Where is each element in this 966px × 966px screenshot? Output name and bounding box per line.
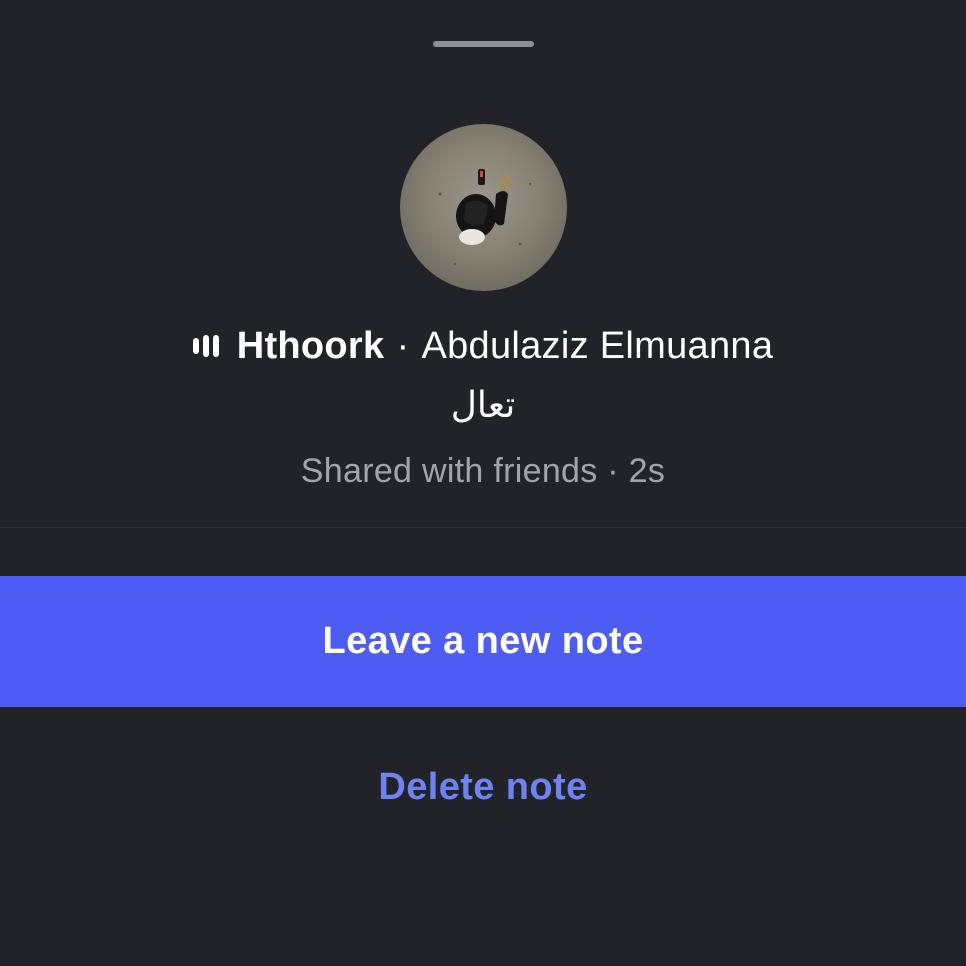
song-title: Hthoork xyxy=(236,324,385,367)
song-info[interactable]: Hthoork · Abdulaziz Elmuanna xyxy=(0,318,966,374)
drag-handle[interactable] xyxy=(433,41,534,47)
note-sheet: Hthoork · Abdulaziz Elmuanna تعال Shared… xyxy=(0,0,966,966)
leave-new-note-button[interactable]: Leave a new note xyxy=(0,576,966,707)
avatar[interactable] xyxy=(400,124,567,291)
note-text: تعال xyxy=(450,385,516,426)
delete-note-button[interactable]: Delete note xyxy=(333,752,633,822)
song-separator: · xyxy=(396,324,410,367)
note-meta: Shared with friends · 2s xyxy=(0,448,966,494)
divider xyxy=(0,527,966,528)
music-bars-icon xyxy=(192,334,219,358)
audience-label: Shared with friends xyxy=(300,452,598,490)
avatar-photo xyxy=(438,169,532,266)
song-artist: Abdulaziz Elmuanna xyxy=(421,324,774,367)
timestamp: 2s xyxy=(628,452,666,490)
meta-separator: · xyxy=(607,452,619,490)
